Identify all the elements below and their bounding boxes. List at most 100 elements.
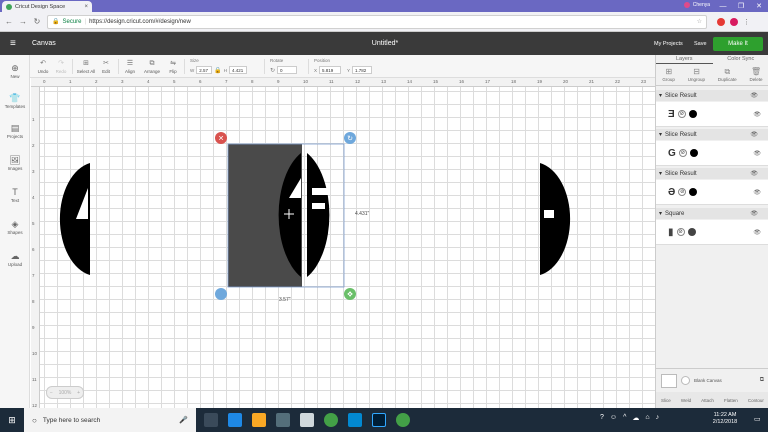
help-icon[interactable]: ? <box>600 414 604 422</box>
rotate-field[interactable]: 0 <box>277 66 298 74</box>
layer-row[interactable]: G ⊘ 👁 <box>656 141 768 166</box>
extension-icon[interactable] <box>717 17 725 26</box>
zoom-out-button[interactable]: − <box>50 390 53 396</box>
nav-new[interactable]: ⊕ New <box>0 63 30 79</box>
taskbar-clock[interactable]: 11:22 AM 2/12/2018 <box>700 412 750 426</box>
width-field[interactable]: 2.57 <box>196 66 213 74</box>
layer-row[interactable]: Ǝ ⊘ 👁 <box>656 102 768 127</box>
layer-row[interactable]: Ə ⊘ 👁 <box>656 180 768 205</box>
tab-layers[interactable]: Layers <box>656 55 713 64</box>
forward-arrow-icon[interactable]: → <box>19 17 27 26</box>
url-input[interactable]: 🔒 Secure | https://design.cricut.com/#/d… <box>47 14 707 29</box>
attach-button[interactable]: Attach <box>701 398 714 403</box>
eye-icon[interactable]: 👁 <box>753 150 761 157</box>
taskbar-search[interactable]: ○ Type here to search 🎤 <box>24 408 196 432</box>
flatten-button[interactable]: Flatten <box>724 398 738 403</box>
volume-icon[interactable]: ♪ <box>656 414 660 422</box>
group-button[interactable]: ⊞ Group <box>662 67 675 82</box>
select-all-button[interactable]: ⊞ Select All <box>76 55 96 78</box>
close-window-button[interactable]: ✕ <box>750 0 768 12</box>
redo-button[interactable]: ↷ Redo <box>54 55 68 78</box>
browser-user[interactable]: Chenya <box>683 2 710 8</box>
eye-icon[interactable]: 👁 <box>753 189 761 196</box>
app-icon[interactable] <box>348 413 362 427</box>
save-link[interactable]: Save <box>694 41 707 47</box>
microphone-icon[interactable]: 🎤 <box>179 416 188 424</box>
eye-icon[interactable]: 👁 <box>753 111 761 118</box>
edit-dropdown[interactable]: ✂ Edit <box>98 55 114 78</box>
photoshop-icon[interactable] <box>372 413 386 427</box>
height-field[interactable]: 4.421 <box>228 66 247 74</box>
operation-icon[interactable]: ⊘ <box>678 149 687 157</box>
operation-icon[interactable]: ⊘ <box>676 228 685 236</box>
nav-images[interactable]: 🖼 Images <box>0 155 30 171</box>
zoom-in-button[interactable]: + <box>77 390 80 396</box>
file-explorer-icon[interactable] <box>252 413 266 427</box>
nav-projects[interactable]: ▤ Projects <box>0 123 30 139</box>
browser-tab[interactable]: Cricut Design Space × <box>2 1 92 12</box>
align-dropdown[interactable]: ☰ Align <box>122 55 138 78</box>
windows-start-icon[interactable]: ⊞ <box>0 408 24 432</box>
close-tab-icon[interactable]: × <box>84 4 88 10</box>
tab-color-sync[interactable]: Color Sync <box>713 55 768 64</box>
half-letter-a-shape[interactable] <box>59 163 90 275</box>
chevron-up-icon[interactable]: ^ <box>623 414 626 422</box>
eye-icon[interactable]: 👁 <box>750 210 758 217</box>
people-icon[interactable]: ☺ <box>610 414 617 422</box>
lock-ratio-icon[interactable]: 🔒 <box>214 67 221 74</box>
color-chip[interactable] <box>688 110 697 118</box>
nav-shapes[interactable]: ◈ Shapes <box>0 219 30 235</box>
back-arrow-icon[interactable]: ← <box>5 17 13 26</box>
eye-icon[interactable]: 👁 <box>750 131 758 138</box>
nav-upload[interactable]: ☁ Upload <box>0 251 30 267</box>
arrange-dropdown[interactable]: ⧉ Arrange <box>141 55 163 78</box>
delete-button[interactable]: 🗑 Delete <box>750 67 763 82</box>
layer-group-header[interactable]: ▾ Slice Result 👁 <box>656 90 768 101</box>
weld-button[interactable]: Weld <box>681 398 691 403</box>
menu-dots-icon[interactable]: ⋮ <box>743 18 750 26</box>
operation-icon[interactable]: ⊘ <box>678 188 687 196</box>
nav-text[interactable]: T Text <box>0 187 30 203</box>
my-projects-link[interactable]: My Projects <box>654 41 683 47</box>
notifications-icon[interactable]: ▭ <box>754 415 761 423</box>
maximize-button[interactable]: ❐ <box>732 0 750 12</box>
x-field[interactable]: 5.819 <box>319 66 342 74</box>
layer-row[interactable]: ▮ ⊘ 👁 <box>656 220 768 245</box>
operation-icon[interactable]: ⊘ <box>677 110 686 118</box>
store-icon[interactable] <box>276 413 290 427</box>
contour-button[interactable]: Contour <box>748 398 764 403</box>
pinterest-icon[interactable] <box>730 17 738 26</box>
color-chip[interactable] <box>687 228 696 236</box>
undo-button[interactable]: ↶ Undo <box>36 55 50 78</box>
eye-icon[interactable]: 👁 <box>750 92 758 99</box>
layer-group-header[interactable]: ▾ Square 👁 <box>656 208 768 219</box>
layer-group-header[interactable]: ▾ Slice Result 👁 <box>656 129 768 140</box>
design-canvas[interactable]: ✕ ↻ ✥ 3.57" 4.431" − 100% + <box>31 78 655 408</box>
network-icon[interactable]: ⌂ <box>645 414 649 422</box>
duplicate-button[interactable]: ⧉ Duplicate <box>718 67 737 82</box>
chrome-window-icon[interactable] <box>396 413 410 427</box>
canvas-color-chip[interactable] <box>681 376 690 385</box>
color-chip[interactable] <box>689 149 698 157</box>
layer-group-header[interactable]: ▾ Slice Result 👁 <box>656 168 768 179</box>
blank-canvas-row[interactable]: Blank Canvas ⧉ <box>656 368 768 392</box>
lock-handle-icon[interactable] <box>215 288 227 300</box>
nav-templates[interactable]: 👕 Templates <box>0 93 30 109</box>
y-field[interactable]: 1.782 <box>352 66 373 74</box>
hamburger-menu-icon[interactable]: ≡ <box>10 39 16 49</box>
eye-icon[interactable]: 👁 <box>753 229 761 236</box>
chrome-icon[interactable] <box>324 413 338 427</box>
bookmark-star-icon[interactable]: ☆ <box>697 18 702 25</box>
make-it-button[interactable]: Make It <box>713 37 763 51</box>
mail-icon[interactable] <box>300 413 314 427</box>
task-view-icon[interactable] <box>204 413 218 427</box>
minimize-button[interactable]: — <box>714 0 732 12</box>
color-chip[interactable] <box>689 188 698 196</box>
ungroup-button[interactable]: ⊟ Ungroup <box>688 67 705 82</box>
flip-dropdown[interactable]: ⇋ Flip <box>166 55 180 78</box>
onedrive-icon[interactable]: ☁ <box>632 414 639 422</box>
half-letter-g-shape[interactable] <box>540 163 571 275</box>
eye-icon[interactable]: 👁 <box>750 170 758 177</box>
slice-button[interactable]: Slice <box>661 398 671 403</box>
reload-icon[interactable]: ↻ <box>33 17 41 26</box>
